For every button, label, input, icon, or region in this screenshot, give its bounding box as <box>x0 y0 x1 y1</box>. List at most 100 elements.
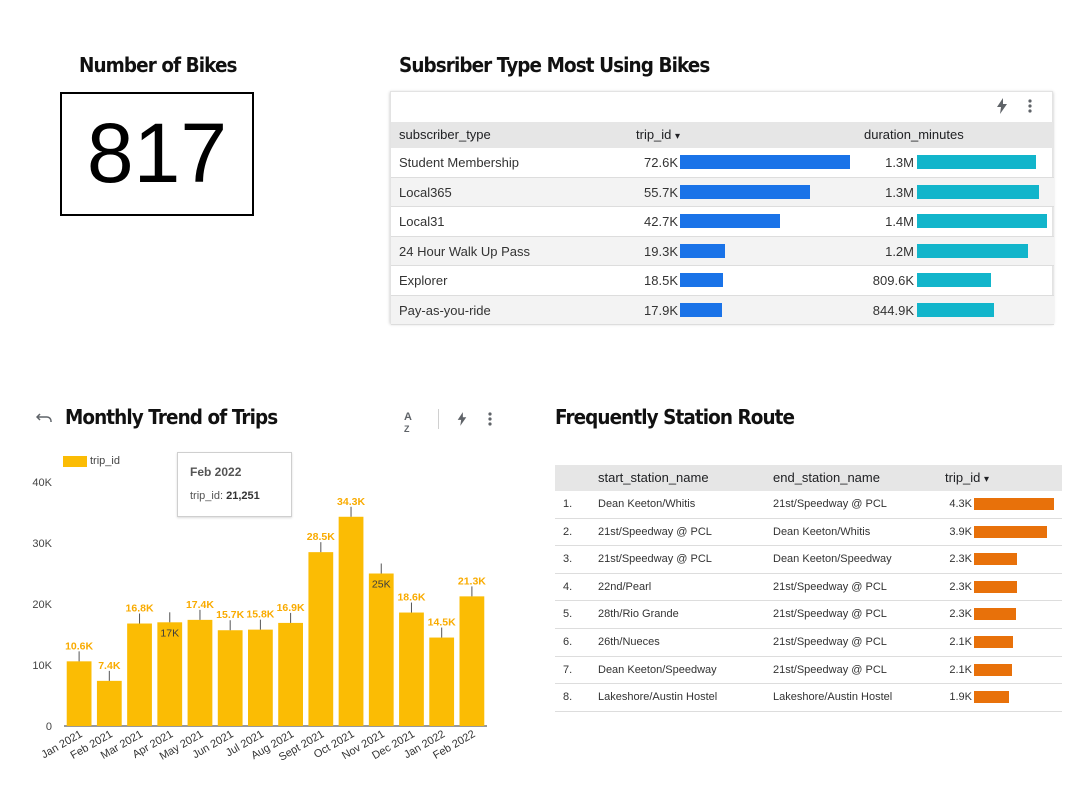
tooltip-value: 21,251 <box>226 490 260 502</box>
rank-cell: 2. <box>563 525 573 538</box>
bolt-icon[interactable] <box>456 411 468 432</box>
chart-bar[interactable] <box>66 661 92 726</box>
end-station-cell: 21st/Speedway @ PCL <box>773 663 887 676</box>
route-trip-bar <box>974 498 1054 510</box>
route-trip-bar <box>974 525 1047 538</box>
trip-count-bar <box>680 243 726 258</box>
more-vert-icon[interactable] <box>487 411 493 432</box>
route-table-title: Frequently Station Route <box>555 405 795 429</box>
duration-cell: 1.3M <box>885 184 914 200</box>
subscriber-type-cell: Local365 <box>399 184 452 200</box>
sort-desc-icon: ▾ <box>984 474 990 485</box>
route-trip-bar <box>974 580 1017 593</box>
chart-bar[interactable] <box>459 596 485 726</box>
end-station-cell: Dean Keeton/Whitis <box>773 525 871 538</box>
kpi-scorecard[interactable]: 817 <box>60 92 254 216</box>
end-station-cell: Lakeshore/Austin Hostel <box>773 691 893 704</box>
end-station-cell: 21st/Speedway @ PCL <box>773 636 887 648</box>
chart-bar[interactable] <box>217 630 243 726</box>
duration-bar <box>917 273 992 287</box>
start-station-cell: Dean Keeton/Speedway <box>598 663 717 676</box>
col-subscriber-type[interactable]: subscriber_type <box>399 127 491 142</box>
chart-bar[interactable] <box>248 629 273 726</box>
chart-bar[interactable] <box>368 573 394 727</box>
rank-cell: 1. <box>563 498 573 510</box>
bar-value-label: 16.9K <box>277 602 305 614</box>
tooltip-body: trip_id: 21,251 <box>190 490 260 502</box>
bar-value-label: 28.5K <box>307 531 335 543</box>
subscriber-type-cell: Explorer <box>399 273 448 288</box>
col-trip-id-label: trip_id <box>636 127 672 142</box>
start-station-cell: 26th/Nueces <box>598 636 660 648</box>
divider <box>438 409 439 429</box>
rank-cell: 8. <box>563 691 573 704</box>
route-trip-count-cell: 1.9K <box>949 691 972 704</box>
chart-bar[interactable] <box>399 612 424 726</box>
subscriber-table-header: subscriber_type trip_id ▾ duration_minut… <box>391 122 1054 148</box>
subscriber-type-cell: Local31 <box>399 214 445 229</box>
col-route-trip-id-label: trip_id <box>945 470 981 485</box>
y-tick-label: 30K <box>32 538 52 550</box>
col-duration-minutes[interactable]: duration_minutes <box>864 127 964 142</box>
table-row[interactable]: 2. 21st/Speedway @ PCL Dean Keeton/Whitis 3… <box>555 519 1062 547</box>
chart-bar[interactable] <box>96 680 122 726</box>
table-row[interactable]: 3. 21st/Speedway @ PCL Dean Keeton/Speedwa… <box>555 546 1062 574</box>
table-row[interactable]: Local31 42.7K 1.4M <box>391 207 1054 237</box>
route-table-header: start_station_name end_station_name trip… <box>555 465 1062 491</box>
more-vert-icon[interactable] <box>1022 98 1038 114</box>
end-station-cell: Dean Keeton/Speedway <box>773 553 892 566</box>
route-trip-count-cell: 4.3K <box>949 498 972 510</box>
duration-cell: 1.3M <box>885 155 914 170</box>
subscriber-table[interactable]: subscriber_type trip_id ▾ duration_minut… <box>390 91 1054 325</box>
chart-bar[interactable] <box>187 619 213 726</box>
chart-bar[interactable] <box>338 516 364 726</box>
col-route-trip-id[interactable]: trip_id ▾ <box>945 470 989 485</box>
trip-count-cell: 42.7K <box>644 214 678 229</box>
duration-cell: 1.2M <box>885 243 914 259</box>
col-end-station[interactable]: end_station_name <box>773 470 880 485</box>
bar-value-label: 18.6K <box>397 592 425 604</box>
trip-count-bar <box>680 302 722 317</box>
bolt-icon[interactable] <box>994 98 1010 114</box>
col-trip-id[interactable]: trip_id ▾ <box>636 127 680 142</box>
table-row[interactable]: 4. 22nd/Pearl 21st/Speedway @ PCL 2.3K <box>555 574 1062 602</box>
chart-bar[interactable] <box>429 637 455 726</box>
chart-bar[interactable] <box>278 622 303 726</box>
trip-count-cell: 55.7K <box>644 184 678 200</box>
chart-bar[interactable] <box>308 552 334 726</box>
rank-cell: 6. <box>563 636 573 648</box>
rank-cell: 5. <box>563 608 573 621</box>
bar-value-label: 16.8K <box>126 603 154 615</box>
tooltip-label: trip_id: <box>190 490 227 502</box>
duration-bar <box>917 155 1036 169</box>
table-row[interactable]: Student Membership 72.6K 1.3M <box>391 148 1054 178</box>
trip-count-bar <box>680 273 724 287</box>
trip-count-bar <box>680 155 850 169</box>
rank-cell: 4. <box>563 580 573 593</box>
duration-cell: 1.4M <box>885 214 914 229</box>
table-row[interactable]: 1. Dean Keeton/Whitis 21st/Speedway @ PCL 4… <box>555 491 1062 519</box>
table-row[interactable]: 5. 28th/Rio Grande 21st/Speedway @ PCL 2.3K <box>555 601 1062 629</box>
sort-az-icon[interactable]: AZ <box>404 411 412 435</box>
start-station-cell: 21st/Speedway @ PCL <box>598 553 712 566</box>
start-station-cell: 21st/Speedway @ PCL <box>598 525 712 538</box>
subscriber-type-cell: 24 Hour Walk Up Pass <box>399 243 531 259</box>
col-start-station[interactable]: start_station_name <box>598 470 709 485</box>
chart-bar[interactable] <box>127 623 152 726</box>
table-row[interactable]: Pay-as-you-ride 17.9K 844.9K <box>391 295 1054 325</box>
table-row[interactable]: 24 Hour Walk Up Pass 19.3K 1.2M <box>391 236 1054 266</box>
table-row[interactable]: 6. 26th/Nueces 21st/Speedway @ PCL 2.1K <box>555 629 1062 657</box>
route-trip-bar <box>974 691 1010 704</box>
table-row[interactable]: 8. Lakeshore/Austin Hostel Lakeshore/Austi… <box>555 684 1062 712</box>
table-row[interactable]: Explorer 18.5K 809.6K <box>391 266 1054 296</box>
route-trip-count-cell: 2.3K <box>949 608 972 621</box>
bar-value-label: 10.6K <box>65 640 93 652</box>
table-row[interactable]: 7. Dean Keeton/Speedway 21st/Speedway @ PC… <box>555 657 1062 685</box>
route-trip-count-cell: 3.9K <box>949 525 972 538</box>
route-trip-bar <box>974 636 1014 648</box>
trip-count-cell: 72.6K <box>644 155 678 170</box>
undo-icon[interactable] <box>35 411 54 425</box>
duration-bar <box>917 302 995 317</box>
table-row[interactable]: Local365 55.7K 1.3M <box>391 177 1054 207</box>
end-station-cell: 21st/Speedway @ PCL <box>773 580 887 593</box>
